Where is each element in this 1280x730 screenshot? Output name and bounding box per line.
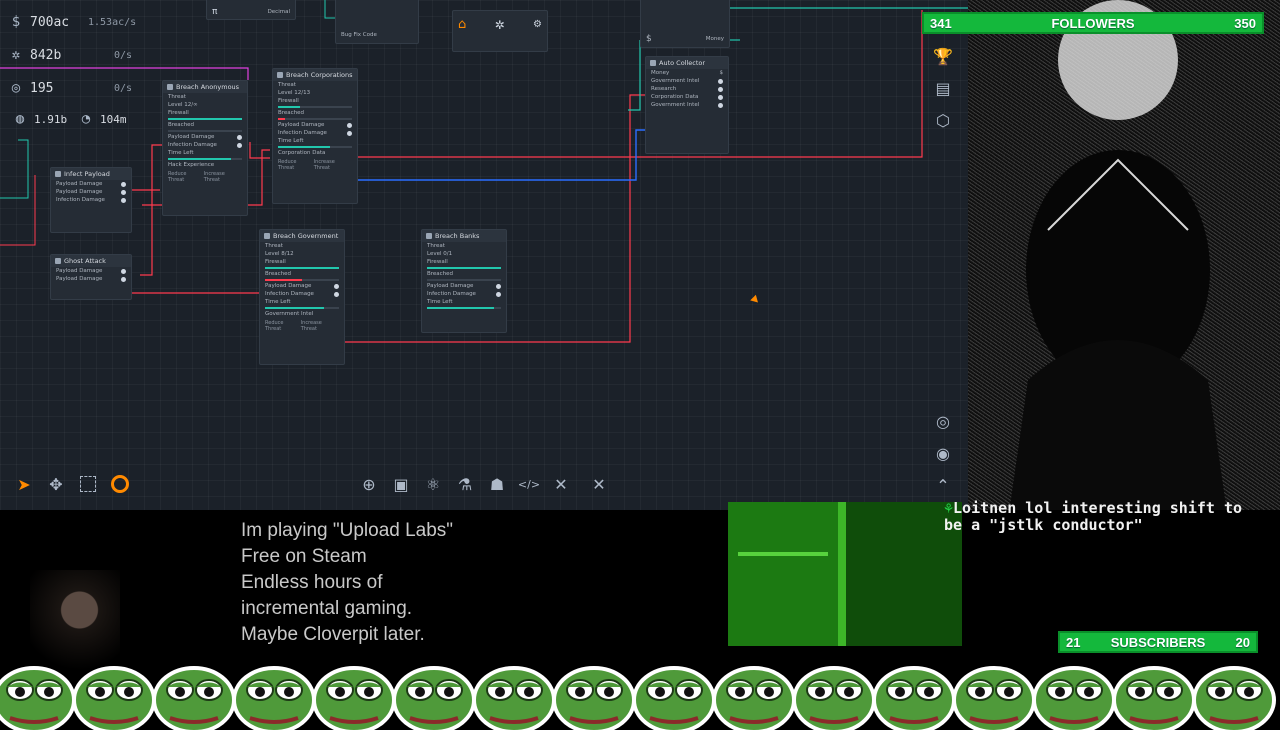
move-tool-button[interactable]: ✥: [42, 470, 70, 498]
dollar-icon: $: [646, 34, 652, 44]
bug-fix-node[interactable]: Bug Fix Code: [335, 0, 419, 44]
marquee-icon: [80, 476, 96, 492]
settings-icon: ⚙: [533, 19, 542, 30]
ghost-attack-node[interactable]: Ghost Attack Payload Damage Payload Dama…: [50, 254, 132, 300]
crossed-tools-icon: ✕: [554, 474, 568, 494]
ram-resource: ◍ 1.91b: [12, 111, 67, 127]
breach-anonymous-node[interactable]: Breach Anonymous Threat Level 12/∞ Firew…: [162, 80, 248, 216]
bandwidth-resource: ◔ 104m: [78, 111, 127, 127]
achievements-button[interactable]: 🏆: [930, 43, 956, 69]
chip-button[interactable]: ▣: [387, 470, 415, 498]
circle-icon: [111, 475, 129, 493]
cpu-resource: ✲ 842b 0/s: [8, 47, 132, 63]
tools-button[interactable]: ✕: [547, 470, 575, 498]
pointer-icon: ➤: [17, 474, 31, 494]
chip-icon: ▣: [393, 474, 409, 494]
currency-resource: $ 700ac 1.53ac/s: [8, 14, 136, 30]
auto-collector-node[interactable]: Auto Collector Money $ Government Intel R…: [645, 56, 729, 154]
science-button[interactable]: ⚗: [451, 470, 479, 498]
close-icon: ✕: [592, 474, 606, 494]
manga-artwork: [968, 0, 1280, 520]
guide-button[interactable]: ▤: [930, 75, 956, 101]
stream-caption: Im playing "Upload Labs" Free on Steam E…: [241, 520, 454, 645]
home-icon: ⌂: [458, 17, 467, 32]
user-button[interactable]: ☗: [483, 470, 511, 498]
gear-icon: ✲: [494, 17, 505, 32]
flask-icon: ⚗: [457, 474, 473, 494]
streamer-webcam: [30, 570, 120, 670]
marquee-tool-button[interactable]: [74, 470, 102, 498]
disk-icon: ◎: [11, 80, 21, 96]
record-tool-button[interactable]: [106, 470, 134, 498]
cpu-gear-icon: ✲: [11, 47, 21, 63]
bandwidth-icon: ◔: [81, 111, 91, 127]
focus-button[interactable]: ◉: [930, 440, 956, 466]
move-icon: ✥: [49, 474, 63, 494]
select-tool-button[interactable]: ➤: [10, 470, 38, 498]
pi-icon: π: [212, 7, 218, 17]
target-button[interactable]: ◎: [930, 408, 956, 434]
chat-message: ⚘Loitnen lol interesting shift to be a "…: [944, 499, 1243, 534]
ram-icon: ◍: [15, 111, 25, 127]
breach-government-node[interactable]: Breach Government Threat Level 8/12 Fire…: [259, 229, 345, 365]
subscribers-counter: 21 SUBSCRIBERS 20: [1058, 631, 1258, 653]
globe-icon: ⊕: [362, 474, 376, 494]
code-button[interactable]: </>: [515, 470, 543, 498]
money-node[interactable]: $ Money: [640, 0, 730, 48]
close-button[interactable]: ✕: [585, 470, 613, 498]
home-node[interactable]: ⌂ ✲ ⚙: [452, 10, 548, 52]
trophy-icon: 🏆: [933, 46, 953, 66]
chevrons-up-icon: ⌃: [936, 475, 950, 495]
focus-icon: ◉: [936, 443, 950, 463]
infect-payload-node[interactable]: Infect Payload Payload Damage Payload Da…: [50, 167, 132, 233]
atom-icon: ⚛: [425, 474, 441, 494]
network-button[interactable]: ⊕: [355, 470, 383, 498]
breach-corporations-node[interactable]: Breach Corporations Threat Level 12/13 F…: [272, 68, 358, 204]
collapse-button[interactable]: ⌃: [930, 472, 956, 498]
chat-badge-icon: ⚘: [944, 499, 954, 517]
breach-banks-node[interactable]: Breach Banks Threat Level 0/1 Firewall B…: [421, 229, 507, 333]
dollar-icon: $: [719, 70, 724, 76]
research-button[interactable]: ⚛: [419, 470, 447, 498]
green-webcam: [728, 502, 962, 646]
game-canvas[interactable]: $ 700ac 1.53ac/s ✲ 842b 0/s ◎ 195 0/s ◍ …: [0, 0, 968, 510]
artwork-figure: [1008, 0, 1228, 520]
book-icon: ▤: [935, 78, 951, 98]
followers-counter: 341 FOLLOWERS 350: [922, 12, 1264, 34]
hexagon-icon: ⬡: [936, 110, 950, 130]
hex-button[interactable]: ⬡: [930, 107, 956, 133]
code-icon: </>: [517, 477, 541, 491]
user-icon: ☗: [489, 474, 505, 494]
disk-resource: ◎ 195 0/s: [8, 80, 132, 96]
dollar-icon: $: [11, 14, 21, 30]
decimal-node[interactable]: π Decimal: [206, 0, 296, 20]
target-icon: ◎: [936, 411, 950, 431]
